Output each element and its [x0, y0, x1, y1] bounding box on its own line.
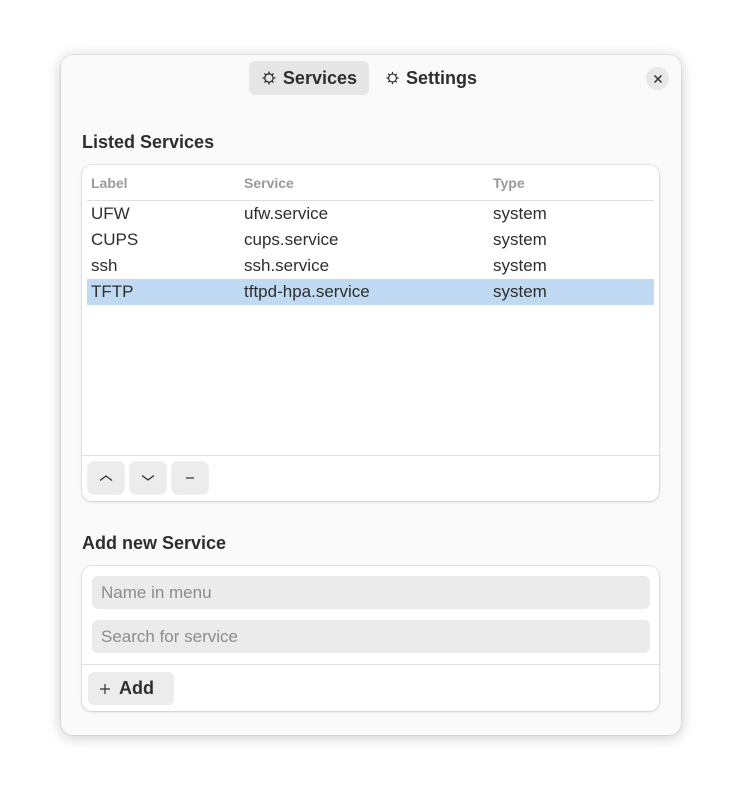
tab-settings-label: Settings: [405, 67, 477, 88]
row-service: ufw.service: [244, 204, 329, 223]
table-row[interactable]: CUPS cups.service system: [87, 227, 654, 253]
plus-icon: [100, 683, 110, 694]
tab-bar: Services Settings: [61, 61, 681, 95]
remove-button[interactable]: [172, 462, 208, 494]
row-type: system: [493, 204, 547, 223]
gear-icon: [386, 71, 399, 85]
move-down-icon: [141, 475, 155, 481]
table-row-selected[interactable]: TFTP tftpd-hpa.service system: [87, 279, 654, 305]
row-type: system: [493, 282, 547, 301]
column-header-type[interactable]: Type: [493, 175, 525, 191]
row-type: system: [493, 256, 547, 275]
row-service: ssh.service: [244, 256, 330, 275]
add-service-card: Add: [82, 566, 659, 711]
add-service-heading: Add new Service: [82, 533, 227, 553]
list-footer-divider: [82, 455, 659, 456]
search-service-input[interactable]: [92, 620, 650, 653]
services-window: Services Settings Listed Services Label …: [61, 55, 681, 735]
column-header-label[interactable]: Label: [91, 175, 128, 191]
row-service: tftpd-hpa.service: [244, 282, 370, 301]
move-up-button[interactable]: [88, 462, 124, 494]
add-divider: [82, 664, 659, 665]
add-button[interactable]: Add: [88, 672, 174, 705]
move-down-button[interactable]: [130, 462, 166, 494]
close-icon: [653, 74, 662, 83]
move-up-icon: [99, 475, 113, 481]
gear-icon: [262, 71, 276, 85]
add-button-label: Add: [119, 678, 154, 698]
remove-icon: [186, 477, 194, 479]
row-service: cups.service: [244, 230, 339, 249]
tab-services[interactable]: Services: [249, 61, 369, 95]
table-row[interactable]: UFW ufw.service system: [87, 201, 654, 227]
table-row[interactable]: ssh ssh.service system: [87, 253, 654, 279]
tab-services-label: Services: [282, 67, 357, 88]
column-header-service[interactable]: Service: [244, 175, 294, 191]
row-type: system: [493, 230, 547, 249]
listed-services-heading: Listed Services: [82, 132, 215, 152]
row-label: TFTP: [91, 282, 134, 301]
row-label: UFW: [91, 204, 130, 223]
tab-settings[interactable]: Settings: [373, 61, 489, 95]
services-list: Label Service Type UFW ufw.service syste…: [82, 165, 659, 501]
row-label: ssh: [91, 256, 118, 275]
close-button[interactable]: [646, 67, 669, 90]
row-label: CUPS: [91, 230, 139, 249]
name-in-menu-input[interactable]: [92, 576, 650, 609]
